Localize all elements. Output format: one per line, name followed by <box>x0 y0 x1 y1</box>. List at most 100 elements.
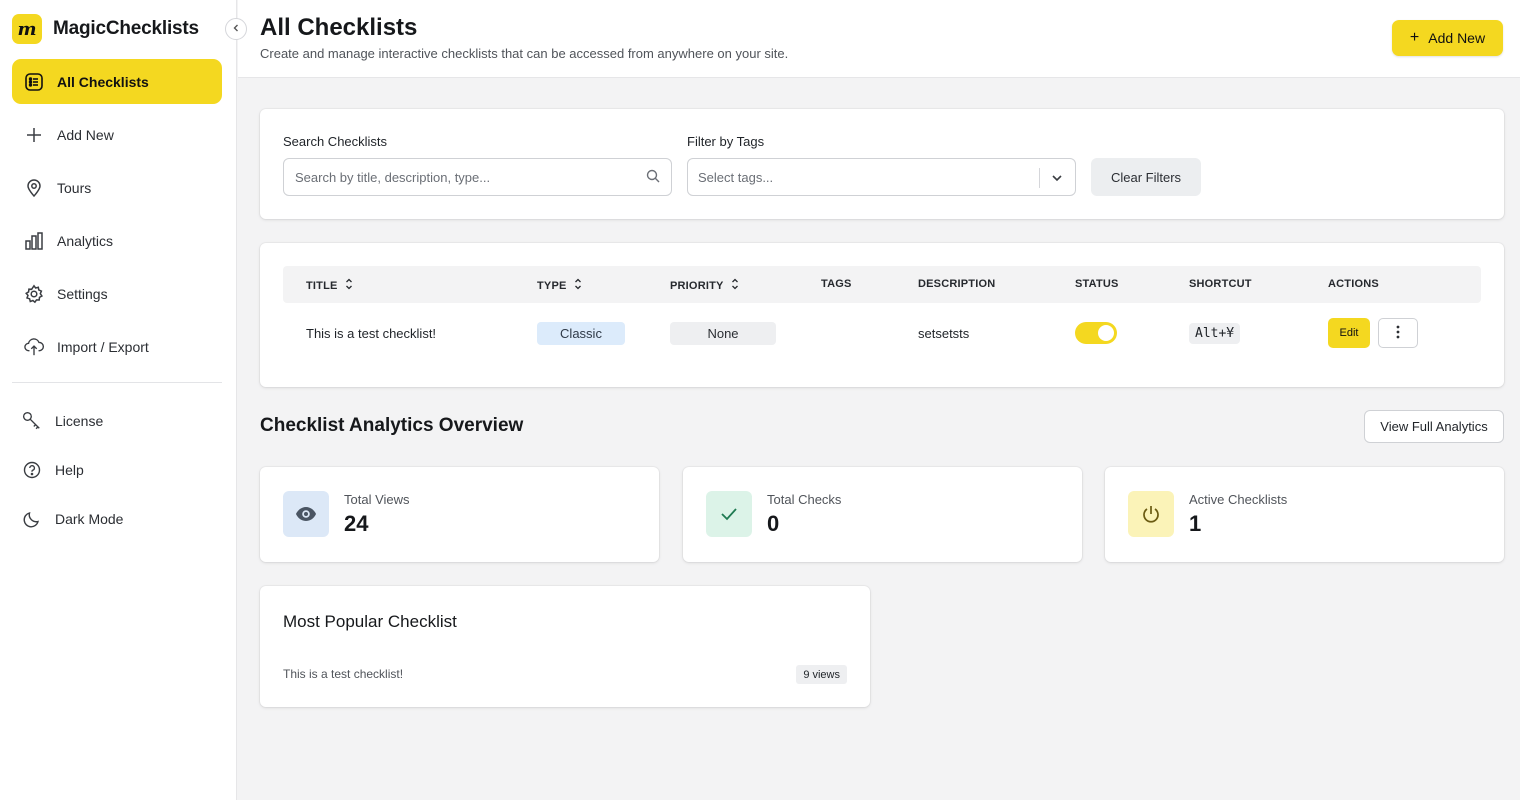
power-icon <box>1128 491 1174 537</box>
checklists-table: TITLE TYPE PRIORITY TAGS DESCRIPTION STA… <box>260 243 1504 387</box>
cell-priority: None <box>670 313 776 353</box>
collapse-sidebar-button[interactable] <box>225 18 247 40</box>
column-label: ACTIONS <box>1328 278 1379 290</box>
brand-logo: m <box>12 14 42 44</box>
sidebar-item-analytics[interactable]: Analytics <box>12 218 222 263</box>
select-separator <box>1039 168 1040 188</box>
analytics-section-title: Checklist Analytics Overview <box>260 415 524 436</box>
search-label: Search Checklists <box>283 134 388 149</box>
sidebar-item-label: Import / Export <box>57 338 149 355</box>
sidebar-item-label: Dark Mode <box>55 510 124 527</box>
tags-label: Filter by Tags <box>687 134 765 149</box>
column-label: TITLE <box>306 279 338 292</box>
moon-icon <box>22 509 42 529</box>
edit-button[interactable]: Edit <box>1328 318 1370 348</box>
secondary-nav: License Help Dark Mode <box>12 398 222 545</box>
stat-label: Active Checklists <box>1189 492 1288 507</box>
clear-filters-button[interactable]: Clear Filters <box>1091 158 1201 196</box>
column-label: SHORTCUT <box>1189 278 1252 290</box>
sidebar-item-import-export[interactable]: Import / Export <box>12 324 222 369</box>
most-popular-title: Most Popular Checklist <box>283 612 457 631</box>
bar-chart-icon <box>24 231 44 251</box>
column-label: TYPE <box>537 279 567 292</box>
help-circle-icon <box>22 460 42 480</box>
priority-badge: None <box>670 321 776 345</box>
more-actions-button[interactable] <box>1378 318 1418 348</box>
sidebar-item-label: Analytics <box>57 232 114 249</box>
page-header: All Checklists Create and manage interac… <box>238 0 1520 78</box>
search-icon <box>646 169 660 186</box>
cell-shortcut: Alt+¥ <box>1189 313 1241 353</box>
sidebar-item-add-new[interactable]: Add New <box>12 112 222 157</box>
brand[interactable]: m MagicChecklists <box>12 13 199 45</box>
stat-value: 24 <box>344 511 369 536</box>
sidebar-item-all-checklists[interactable]: All Checklists <box>12 59 222 104</box>
cell-actions: Edit <box>1328 313 1418 353</box>
stat-card-total-views: Total Views 24 <box>260 467 659 562</box>
stat-label: Total Views <box>344 492 410 507</box>
sort-icon <box>731 278 739 293</box>
sort-icon <box>345 278 353 293</box>
plus-icon: + <box>1409 29 1420 46</box>
sidebar-item-label: Tours <box>57 179 92 196</box>
sidebar-item-label: Help <box>55 461 84 478</box>
sidebar-item-label: License <box>55 412 104 429</box>
page-subtitle: Create and manage interactive checklists… <box>260 46 789 61</box>
sidebar-item-label: Settings <box>57 285 108 302</box>
sidebar: m MagicChecklists All Checklists Add New… <box>0 0 237 800</box>
view-full-analytics-button[interactable]: View Full Analytics <box>1364 410 1504 443</box>
tags-placeholder: Select tags... <box>698 169 774 185</box>
sidebar-item-help[interactable]: Help <box>12 447 222 492</box>
sidebar-item-license[interactable]: License <box>12 398 222 443</box>
plus-icon <box>24 125 44 145</box>
brand-name: MagicChecklists <box>53 18 199 39</box>
primary-nav: All Checklists Add New Tours Analytics S… <box>12 59 222 377</box>
kebab-menu-icon <box>1396 325 1400 342</box>
cell-status <box>1075 313 1117 353</box>
column-header-priority[interactable]: PRIORITY <box>670 278 739 293</box>
type-badge: Classic <box>537 321 625 345</box>
sidebar-item-dark-mode[interactable]: Dark Mode <box>12 496 222 541</box>
cloud-upload-icon <box>24 337 44 357</box>
shortcut-badge: Alt+¥ <box>1189 322 1241 344</box>
sidebar-item-label: All Checklists <box>57 73 149 90</box>
add-new-label: Add New <box>1428 30 1486 46</box>
stat-card-active-checklists: Active Checklists 1 <box>1105 467 1504 562</box>
cell-description: setsetsts <box>918 325 970 341</box>
column-header-tags: TAGS <box>821 278 852 290</box>
column-header-shortcut: SHORTCUT <box>1189 278 1252 290</box>
most-popular-name[interactable]: This is a test checklist! <box>283 667 403 681</box>
cell-title[interactable]: This is a test checklist! <box>306 313 436 353</box>
column-header-status: STATUS <box>1075 278 1119 290</box>
column-label: DESCRIPTION <box>918 278 996 290</box>
column-label: PRIORITY <box>670 279 724 292</box>
most-popular-card: Most Popular Checklist This is a test ch… <box>260 586 870 707</box>
column-label: TAGS <box>821 278 852 290</box>
column-header-type[interactable]: TYPE <box>537 278 582 293</box>
column-header-actions: ACTIONS <box>1328 278 1379 290</box>
stat-value: 0 <box>767 511 780 536</box>
add-new-button[interactable]: + Add New <box>1392 20 1503 56</box>
stat-label: Total Checks <box>767 492 842 507</box>
gear-icon <box>24 284 44 304</box>
toggle-knob <box>1098 325 1114 341</box>
tags-select[interactable]: Select tags... <box>687 158 1076 196</box>
key-icon <box>22 411 42 431</box>
eye-icon <box>283 491 329 537</box>
stat-value: 1 <box>1189 511 1202 536</box>
list-icon <box>24 72 44 92</box>
views-badge: 9 views <box>796 665 847 684</box>
filters-card: Search Checklists Search by title, descr… <box>260 109 1504 219</box>
chevron-down-icon[interactable] <box>1049 170 1065 186</box>
column-header-description: DESCRIPTION <box>918 278 995 290</box>
sidebar-item-tours[interactable]: Tours <box>12 165 222 210</box>
stat-card-total-checks: Total Checks 0 <box>683 467 1082 562</box>
search-input[interactable]: Search by title, description, type... <box>283 158 672 196</box>
sidebar-item-settings[interactable]: Settings <box>12 271 222 316</box>
status-toggle[interactable] <box>1075 322 1117 344</box>
sidebar-item-label: Add New <box>57 126 114 143</box>
sort-icon <box>574 278 582 293</box>
column-header-title[interactable]: TITLE <box>306 278 353 293</box>
column-label: STATUS <box>1075 278 1119 290</box>
table-header: TITLE TYPE PRIORITY TAGS DESCRIPTION STA… <box>283 266 1481 303</box>
